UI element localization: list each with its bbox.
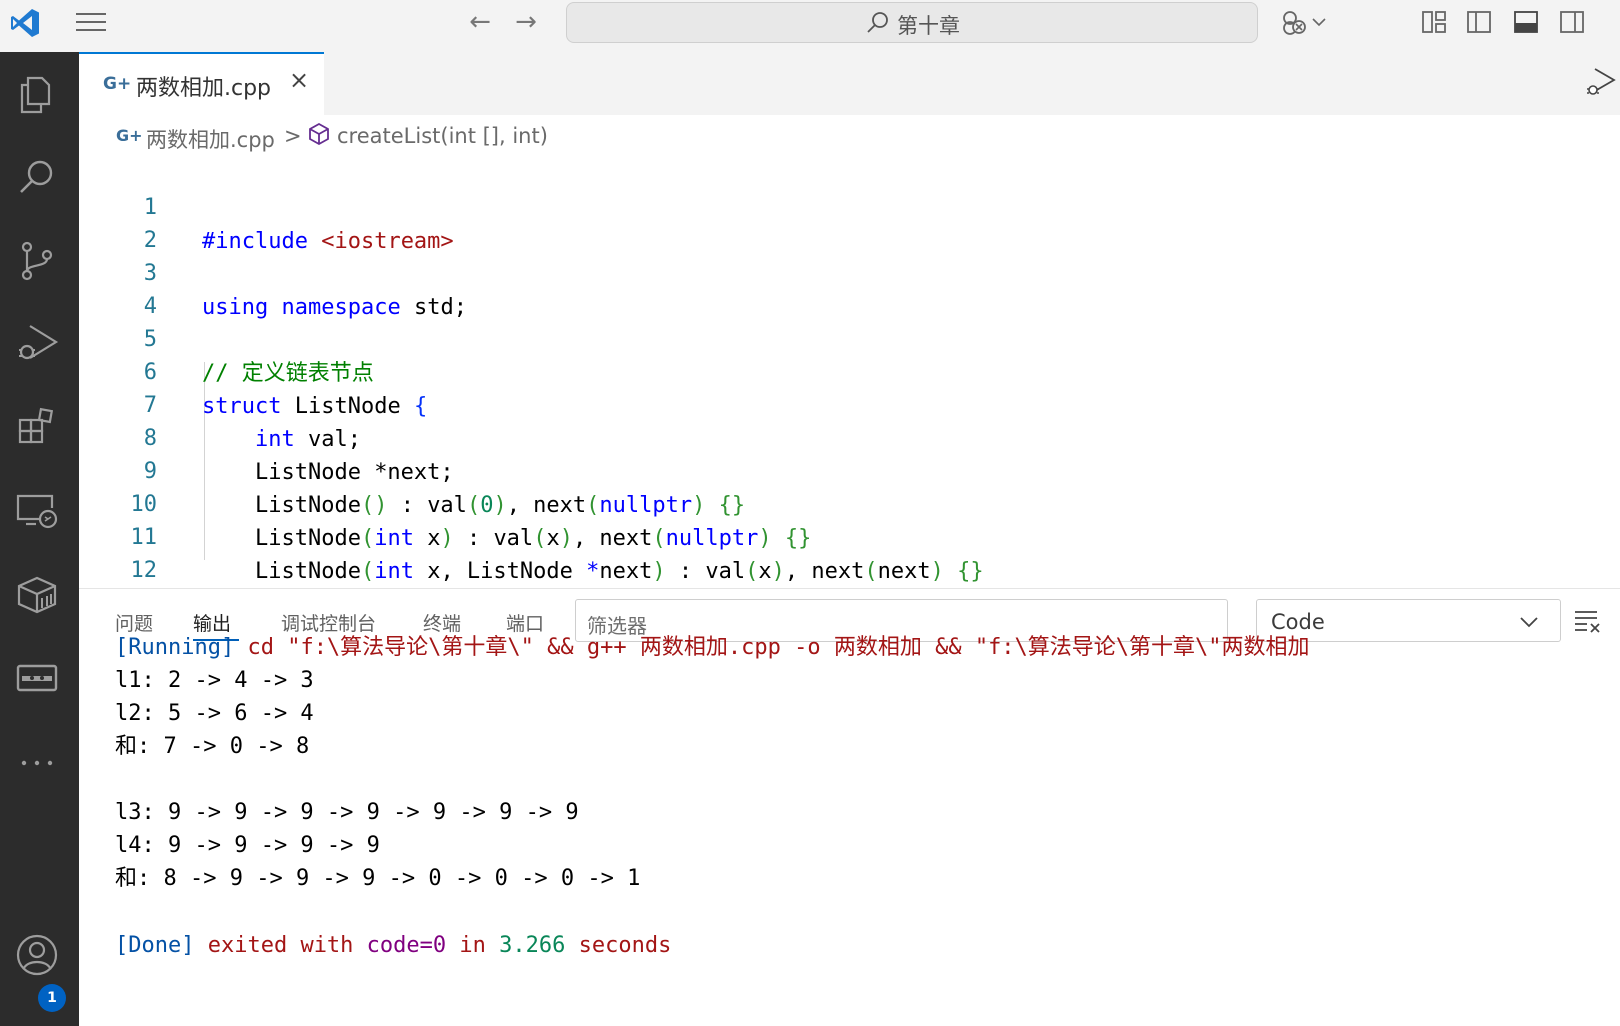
back-arrow-icon[interactable]: ← (465, 8, 495, 36)
command-center-search[interactable]: 第十章 (566, 2, 1258, 43)
breadcrumb-file[interactable]: 两数相加.cpp (146, 124, 275, 154)
running-tag: [Running] (115, 635, 235, 660)
code-line: 5 // 定义链表节点 (79, 289, 1620, 386)
output-line: l1: 2 -> 4 -> 3 (115, 668, 314, 693)
output-line: 和: 7 -> 0 -> 8 (115, 734, 310, 759)
method-cube-icon (309, 122, 329, 146)
code-line: 9 ListNode() : val(0), next(nullptr) {} (79, 421, 1620, 518)
title-bar: ← → 第十章 (0, 0, 1620, 52)
run-and-debug-icon[interactable] (14, 320, 60, 366)
code-line: 13 (79, 553, 1620, 587)
tab-cpp-file[interactable]: G+ 两数相加.cpp × (79, 52, 324, 115)
done-text: in (446, 933, 500, 958)
done-text: exited with (194, 933, 367, 958)
code-line: 7 int val; (79, 355, 1620, 452)
output-line: 和: 8 -> 9 -> 9 -> 9 -> 0 -> 0 -> 0 -> 1 (115, 866, 641, 891)
chevron-down-icon[interactable] (1310, 8, 1328, 36)
code-line: 2 (79, 190, 1620, 253)
code-line: 1 #include <iostream> (79, 157, 1620, 254)
output-line: l3: 9 -> 9 -> 9 -> 9 -> 9 -> 9 -> 9 (115, 800, 579, 825)
activity-bar: 1 (0, 52, 79, 1026)
tab-label: 两数相加.cpp (136, 76, 272, 101)
package-icon[interactable] (14, 572, 60, 618)
running-command: cd "f:\算法导论\第十章\" && g++ 两数相加.cpp -o 两数相… (234, 635, 1310, 660)
run-debug-icon[interactable] (1585, 66, 1617, 98)
forward-arrow-icon[interactable]: → (511, 8, 541, 36)
clear-output-icon[interactable] (1573, 607, 1603, 635)
code-line: 6 struct ListNode { (79, 322, 1620, 419)
code-editor[interactable]: 1 #include <iostream> 2 3 using namespac… (79, 157, 1620, 588)
code-line: 4 (79, 256, 1620, 319)
cpp-file-icon: G+ (116, 126, 143, 145)
code-line: 8 ListNode *next; (79, 388, 1620, 485)
editor-tab-bar: G+ 两数相加.cpp × (79, 52, 1620, 115)
extensions-icon[interactable] (14, 404, 60, 450)
accounts-badge: 1 (38, 984, 66, 1012)
accounts-icon[interactable] (14, 932, 60, 978)
code-line: 12 }; (79, 520, 1620, 583)
source-control-icon[interactable] (14, 238, 60, 284)
output-line: [Done] exited with code=0 in 3.266 secon… (115, 929, 671, 962)
copilot-icon[interactable] (1280, 8, 1308, 36)
done-text: seconds (565, 933, 672, 958)
chevron-down-icon (1520, 617, 1538, 628)
output-line: l4: 9 -> 9 -> 9 -> 9 (115, 833, 380, 858)
output-line: [Running] cd "f:\算法导论\第十章\" && g++ 两数相加.… (115, 631, 1310, 664)
elapsed-time: 3.266 (499, 933, 566, 958)
output-line: l2: 5 -> 6 -> 4 (115, 701, 314, 726)
explorer-icon[interactable] (14, 72, 60, 118)
code-line: 3 using namespace std; (79, 223, 1620, 320)
command-center-text: 第十章 (897, 14, 960, 38)
more-icon[interactable] (14, 740, 60, 786)
search-icon (867, 12, 888, 33)
customize-layout-icon[interactable] (1420, 8, 1448, 36)
code-line: 11 ListNode(int x, ListNode *next) : val… (79, 487, 1620, 584)
cpp-file-icon: G+ (103, 74, 132, 94)
toggle-panel-icon[interactable] (1512, 8, 1540, 36)
close-icon[interactable]: × (289, 66, 309, 94)
breadcrumb-separator: > (284, 124, 302, 148)
remote-display-icon[interactable] (14, 656, 60, 702)
search-icon[interactable] (14, 154, 60, 200)
remote-explorer-icon[interactable] (14, 488, 60, 534)
vscode-logo-icon (11, 9, 39, 37)
toggle-primary-sidebar-icon[interactable] (1465, 8, 1493, 36)
breadcrumb-symbol[interactable]: createList(int [], int) (337, 124, 548, 148)
toggle-secondary-sidebar-icon[interactable] (1558, 8, 1586, 36)
hamburger-menu-icon[interactable] (74, 10, 108, 34)
done-tag: [Done] (115, 933, 195, 958)
breadcrumb: G+ 两数相加.cpp > createList(int [], int) (79, 115, 1620, 157)
output-panel: 问题 输出 调试控制台 终端 端口 筛选器 Code [Running] cd … (79, 588, 1620, 1026)
code-line: 10 ListNode(int x) : val(x), next(nullpt… (79, 454, 1620, 551)
exit-code: code=0 (366, 933, 447, 958)
